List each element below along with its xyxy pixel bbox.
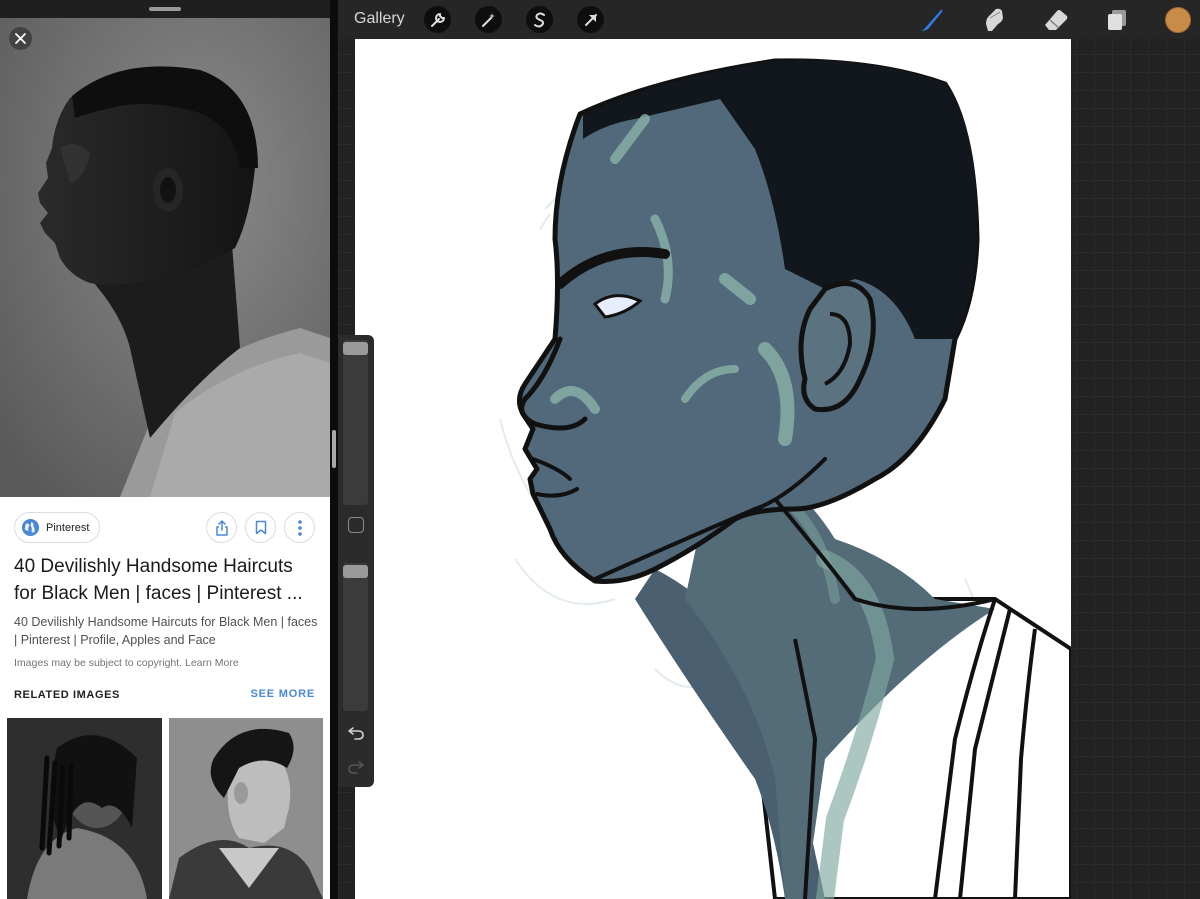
globe-icon (21, 518, 40, 537)
adjustments-button[interactable] (475, 6, 502, 33)
undo-icon (348, 727, 364, 740)
brush-tool-button[interactable] (918, 6, 946, 34)
gallery-button[interactable]: Gallery (354, 10, 405, 28)
reference-photo[interactable] (0, 18, 330, 497)
copyright-note[interactable]: Images may be subject to copyright. Lear… (14, 657, 239, 669)
selection-s-icon (533, 12, 545, 27)
wrench-icon (430, 12, 445, 27)
top-toolbar: Gallery (338, 0, 1200, 39)
smudge-icon (986, 8, 1003, 31)
split-view-grabber[interactable] (149, 7, 181, 11)
brush-size-slider[interactable] (343, 340, 368, 505)
magic-wand-icon (481, 12, 495, 27)
close-icon (15, 33, 26, 44)
layers-button[interactable] (1103, 6, 1131, 34)
close-button[interactable] (9, 27, 32, 50)
modify-button[interactable] (348, 517, 364, 533)
transform-button[interactable] (577, 6, 604, 33)
eraser-tool-button[interactable] (1042, 6, 1070, 34)
brush-opacity-slider-thumb[interactable] (343, 565, 368, 578)
brush-icon (921, 9, 943, 31)
share-button[interactable] (206, 512, 237, 543)
eraser-icon (1045, 10, 1068, 30)
brush-size-slider-thumb[interactable] (343, 342, 368, 355)
related-images-label: RELATED IMAGES (14, 689, 120, 701)
image-result-info: Pinterest 40 Devilishly Handsome Haircut… (0, 497, 330, 899)
selection-button[interactable] (526, 6, 553, 33)
layers-icon (1108, 10, 1126, 30)
brush-opacity-slider[interactable] (343, 563, 368, 711)
more-vert-icon (297, 519, 302, 536)
see-more-link[interactable]: SEE MORE (251, 688, 315, 700)
save-button[interactable] (245, 512, 276, 543)
color-picker-button[interactable] (1165, 7, 1191, 33)
split-view-top-bar (0, 0, 330, 18)
source-chip[interactable]: Pinterest (14, 512, 101, 543)
procreate-workspace: Gallery (338, 0, 1200, 899)
google-images-panel: Pinterest 40 Devilishly Handsome Haircut… (0, 0, 330, 899)
split-view-divider[interactable] (330, 0, 338, 899)
source-label: Pinterest (46, 521, 90, 534)
bookmark-icon (255, 520, 266, 535)
result-title[interactable]: 40 Devilishly Handsome Haircuts for Blac… (14, 553, 314, 607)
related-image-thumbnail[interactable] (169, 718, 323, 899)
divider-handle[interactable] (332, 430, 336, 468)
actions-button[interactable] (424, 6, 451, 33)
more-options-button[interactable] (284, 512, 315, 543)
drawing-canvas[interactable] (355, 39, 1071, 899)
undo-button[interactable] (346, 723, 366, 743)
redo-button[interactable] (346, 757, 366, 777)
procreate-sidebar (338, 335, 374, 787)
result-description: 40 Devilishly Handsome Haircuts for Blac… (14, 615, 318, 647)
related-image-thumbnail[interactable] (7, 718, 162, 899)
redo-icon (348, 761, 364, 774)
smudge-tool-button[interactable] (980, 6, 1008, 34)
share-icon (215, 519, 228, 536)
transform-arrow-icon (584, 13, 597, 26)
